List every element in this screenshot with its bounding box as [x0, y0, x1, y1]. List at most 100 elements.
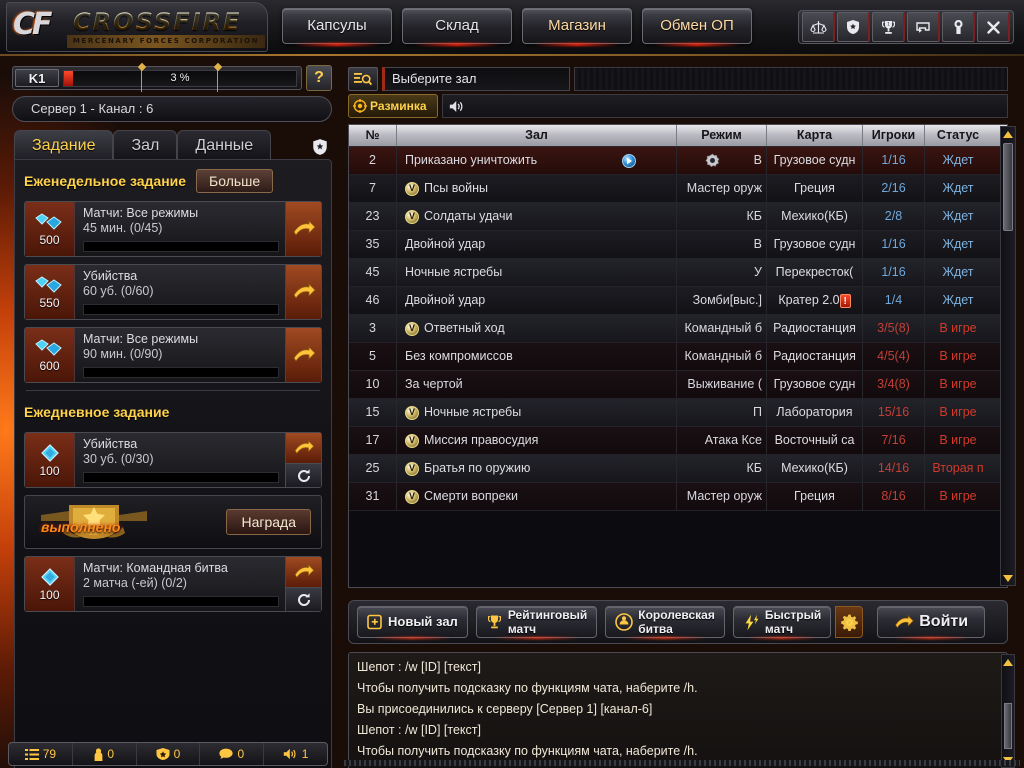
- cell-room-name: Двойной удар: [397, 231, 677, 258]
- shield-star-icon[interactable]: [308, 134, 332, 160]
- vip-badge-icon: V: [405, 405, 419, 420]
- tab-quests[interactable]: Задание: [14, 130, 114, 160]
- single-gem-icon: 100: [25, 557, 75, 611]
- help-button[interactable]: ?: [306, 65, 332, 91]
- cell-players: 7/16: [863, 427, 925, 454]
- map-text: Греция: [794, 489, 835, 503]
- weekly-quest-header: Еженедельное задание Больше: [24, 168, 322, 194]
- new-room-icon: [367, 614, 382, 630]
- map-text: Мехико(КБ): [781, 461, 848, 475]
- column-header-number[interactable]: №: [349, 125, 397, 146]
- trophy-icon[interactable]: 1: [872, 12, 905, 42]
- status-clan-count[interactable]: 0: [137, 743, 201, 765]
- quest-go-arrow-icon[interactable]: [285, 557, 321, 587]
- server-channel-label[interactable]: Сервер 1 - Канал : 6: [12, 96, 332, 122]
- table-row[interactable]: 3 V Ответный ход Командный б Радиостанция 3/5…: [349, 315, 1007, 343]
- column-header-map[interactable]: Карта: [767, 125, 863, 146]
- list-search-icon[interactable]: [348, 67, 378, 91]
- room-name-text: Ночные ястребы: [424, 405, 522, 419]
- quest-title: Убийства: [83, 437, 138, 451]
- tab-rooms[interactable]: Зал: [113, 130, 178, 160]
- table-row[interactable]: 23 V Солдаты удачи КБ Мехико(КБ) 2/8 Ждет: [349, 203, 1007, 231]
- warmup-button[interactable]: Разминка: [348, 94, 438, 118]
- cell-players: 8/16: [863, 483, 925, 510]
- quest-card[interactable]: 100 Матчи: Командная битва 2 матча (-ей)…: [24, 556, 322, 612]
- left-tabs: Задание Зал Данные: [14, 128, 332, 160]
- search-input[interactable]: Выберите зал: [382, 67, 570, 91]
- wrench-icon[interactable]: [942, 12, 975, 42]
- cell-map: Грузовое судн: [767, 231, 863, 258]
- cell-players: 3/5(8): [863, 315, 925, 342]
- quest-card[interactable]: 600 Матчи: Все режимы 90 мин. (0/90): [24, 327, 322, 383]
- rank-percent-label: 3 %: [170, 72, 190, 84]
- nav-button-shop[interactable]: Магазин: [522, 8, 632, 44]
- map-text: Кратер 2.0: [778, 293, 840, 307]
- status-messages-count[interactable]: 0: [200, 743, 265, 765]
- scroll-up-arrow-icon[interactable]: [1002, 128, 1014, 140]
- cell-room-number: 15: [349, 399, 397, 426]
- quest-card[interactable]: 550 Убийства 60 уб. (0/60): [24, 264, 322, 320]
- column-header-status[interactable]: Статус: [925, 125, 991, 146]
- quest-refresh-icon[interactable]: [285, 587, 321, 611]
- new-room-button[interactable]: Новый зал: [357, 606, 468, 638]
- chat-log[interactable]: Шепот : /w [ID] [текст] Чтобы получить по…: [348, 652, 1008, 768]
- panel-frame-decoration: [344, 760, 1020, 766]
- quest-card[interactable]: 100 Убийства 30 уб. (0/30): [24, 432, 322, 488]
- quest-go-arrow-icon[interactable]: [285, 202, 321, 256]
- quest-go-arrow-icon[interactable]: [285, 328, 321, 382]
- table-row[interactable]: 5 Без компромиссов Командный б Радиостанция…: [349, 343, 1007, 371]
- chat-scroll-up-arrow-icon[interactable]: [1002, 656, 1014, 668]
- nav-button-exchange[interactable]: Обмен ОП: [642, 8, 752, 44]
- weekly-more-button[interactable]: Больше: [196, 169, 274, 193]
- chat-line: Чтобы получить подсказку по функциям чат…: [357, 681, 698, 695]
- medal-wings-icon: выполнено: [35, 499, 155, 545]
- royal-battle-button[interactable]: Королевская битва: [605, 606, 725, 638]
- quest-go-arrow-icon[interactable]: [285, 433, 321, 463]
- quest-progress-text: 30 уб. (0/30): [83, 452, 154, 466]
- quest-refresh-icon[interactable]: [285, 463, 321, 487]
- close-icon[interactable]: [977, 12, 1010, 42]
- table-row[interactable]: 7 V Псы войны Мастер оруж Греция 2/16 Ждет: [349, 175, 1007, 203]
- claim-reward-button[interactable]: Награда: [226, 509, 311, 535]
- quest-progress-text: 60 уб. (0/60): [83, 284, 154, 298]
- cell-status: Ждет: [942, 265, 974, 279]
- scrollbar-thumb[interactable]: [1003, 143, 1013, 231]
- table-row[interactable]: 15 V Ночные ястребы П Лаборатория 15/16 В игре: [349, 399, 1007, 427]
- column-header-mode[interactable]: Режим: [677, 125, 767, 146]
- ranked-match-button[interactable]: Рейтинговый матч: [475, 606, 598, 638]
- cell-mode: Командный б: [677, 315, 767, 342]
- table-row[interactable]: 35 Двойной удар В Грузовое судн 1/16 Ждет: [349, 231, 1007, 259]
- column-header-room[interactable]: Зал: [397, 125, 677, 146]
- nav-button-capsules[interactable]: Капсулы: [282, 8, 392, 44]
- table-row[interactable]: 2 Приказано уничтожить В Грузовое судн 1/16 Ж…: [349, 147, 1007, 175]
- table-row[interactable]: 10 За чертой Выживание (Грузовое судн 3/4(8…: [349, 371, 1007, 399]
- tab-data[interactable]: Данные: [177, 130, 272, 160]
- table-row[interactable]: 25 V Братья по оружию КБ Мехико(КБ) 14/16 Втор…: [349, 455, 1007, 483]
- table-row[interactable]: 31 V Смерти вопреки Мастер оруж Греция 8/16 В …: [349, 483, 1007, 511]
- enter-room-button[interactable]: Войти: [877, 606, 986, 638]
- cell-mode: Мастер оруж: [677, 175, 767, 202]
- column-header-players[interactable]: Игроки: [863, 125, 925, 146]
- quick-match-settings-gear-icon[interactable]: [835, 606, 864, 638]
- restore-window-icon[interactable]: [907, 12, 940, 42]
- svg-text:1: 1: [887, 21, 890, 26]
- chat-scrollbar-thumb[interactable]: [1004, 703, 1012, 749]
- status-rooms-count[interactable]: 79: [9, 743, 73, 765]
- quest-card[interactable]: 500 Матчи: Все режимы 45 мин. (0/45): [24, 201, 322, 257]
- quick-match-button[interactable]: Быстрый матч: [732, 606, 832, 638]
- quest-go-arrow-icon[interactable]: [285, 265, 321, 319]
- nav-button-storage[interactable]: Склад: [402, 8, 512, 44]
- chat-scrollbar[interactable]: [1001, 654, 1015, 768]
- table-row[interactable]: 45 Ночные ястребы У Перекресток(1/16 Ждет: [349, 259, 1007, 287]
- table-row[interactable]: 46 Двойной удар Зомби[выс.] Кратер 2.0! 1/4 Ж…: [349, 287, 1007, 315]
- status-friends-count[interactable]: 0: [73, 743, 137, 765]
- table-row[interactable]: 17 V Миссия правосудия Атака Ксе Восточный с…: [349, 427, 1007, 455]
- cell-mode: Атака Ксе: [677, 427, 767, 454]
- room-name-text: Без компромиссов: [405, 349, 513, 363]
- scroll-down-arrow-icon[interactable]: [1002, 572, 1014, 584]
- balance-scales-icon[interactable]: [802, 12, 835, 42]
- room-list-scrollbar[interactable]: [1000, 126, 1016, 586]
- shield-star-icon[interactable]: [837, 12, 870, 42]
- warmup-row: Разминка: [348, 94, 1008, 118]
- status-volume[interactable]: 1: [264, 743, 327, 765]
